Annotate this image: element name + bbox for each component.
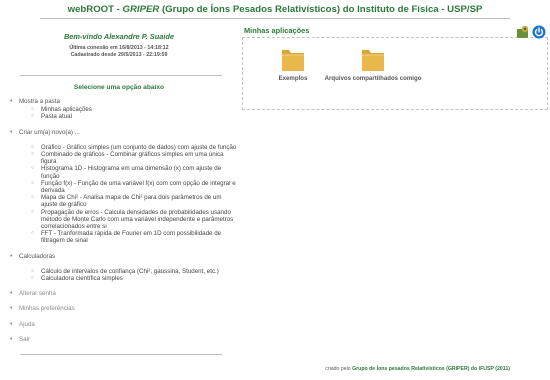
menu-link-scientific-calculator[interactable]: Calculadora científica simples	[19, 275, 237, 282]
menu-heading: Selecione uma opção abaixo	[73, 84, 165, 91]
registered-since-text: Cadastrado desde 29/5/2013 - 22:19:59	[70, 51, 168, 58]
menu-section-create-new: Criar um(a) novo(a) ... Gráfico - Gráfic…	[9, 129, 237, 245]
page-title: webROOT - GRIPER (Grupo de Íons Pesados …	[0, 4, 550, 15]
folder-icon	[282, 50, 304, 71]
welcome-message: Bem-vindo Alexandre P. Suaide	[63, 32, 175, 41]
menu-link-histogram-1d[interactable]: Histograma 1D - Histograma em uma dimens…	[19, 165, 237, 179]
menu-link-error-propagation[interactable]: Propagação de erros - Calcula densidades…	[19, 209, 237, 231]
menu-link-my-apps[interactable]: Minhas aplicações	[19, 106, 237, 113]
last-login-text: Última conexão em 16/8/2013 - 14:18:12	[69, 45, 169, 51]
footer-credit: criado pelo Grupo de Íons pesados Relati…	[325, 366, 510, 372]
menu-section-calculators: Calculadoras Cálculo de intervalos de co…	[9, 253, 237, 283]
menu-section-show-folder: Mostra a pasta Minhas aplicações Pasta a…	[9, 98, 237, 121]
menu-link-current-folder[interactable]: Pasta atual	[19, 113, 237, 120]
left-divider-bottom	[20, 354, 222, 355]
menu-link-graph[interactable]: Gráfico - Gráfico simples (um conjunto d…	[19, 144, 237, 151]
footer-prefix: criado pelo	[325, 366, 353, 372]
title-divider	[40, 18, 510, 19]
footer-org: Grupo de Íons pesados Relativísticos (GR…	[352, 366, 510, 372]
left-divider-top	[20, 75, 222, 76]
folder-icon	[362, 50, 384, 71]
menu-link-combined-graphs[interactable]: Combinado de gráficos - Combinar gráfico…	[19, 151, 237, 165]
power-icon[interactable]	[532, 25, 546, 39]
brand-name: webROOT	[67, 4, 114, 15]
menu-link-function[interactable]: Função f(x) - Função de uma variável f(x…	[19, 180, 237, 194]
folder-label: Arquivos compartilhados comigo	[324, 75, 422, 82]
menu-link-confidence-intervals[interactable]: Cálculo de intervalos de confiança (Chi²…	[19, 268, 237, 275]
main-menu: Mostra a pasta Minhas aplicações Pasta a…	[9, 98, 237, 343]
menu-section-label: Calculadoras	[19, 252, 56, 260]
menu-link-change-password[interactable]: Alterar senha	[9, 290, 237, 297]
menu-link-help[interactable]: Ajuda	[9, 321, 237, 328]
menu-link-fft[interactable]: FFT - Tranformada rápida de Fourier em 1…	[19, 230, 237, 244]
menu-section-label: Criar um(a) novo(a) ...	[19, 128, 80, 136]
menu-link-logout[interactable]: Sair	[9, 336, 237, 343]
gear-icon[interactable]	[516, 25, 530, 39]
menu-section-label: Mostra a pasta	[19, 98, 60, 105]
institute-name: (Grupo de Íons Pesados Relativísticos) d…	[159, 4, 483, 15]
title-dash: -	[113, 4, 123, 15]
menu-link-chi2-map[interactable]: Mapa de Chi² - Analisa mapa de Chi² para…	[19, 194, 237, 208]
folder-tile-shared[interactable]: Arquivos compartilhados comigo	[323, 45, 423, 82]
apps-panel-title: Minhas aplicações	[244, 26, 310, 35]
menu-link-preferences[interactable]: Minhas preferências	[9, 305, 237, 312]
login-info: Última conexão em 16/8/2013 - 14:18:12 C…	[14, 45, 224, 59]
griper-name: GRIPER	[122, 4, 160, 15]
